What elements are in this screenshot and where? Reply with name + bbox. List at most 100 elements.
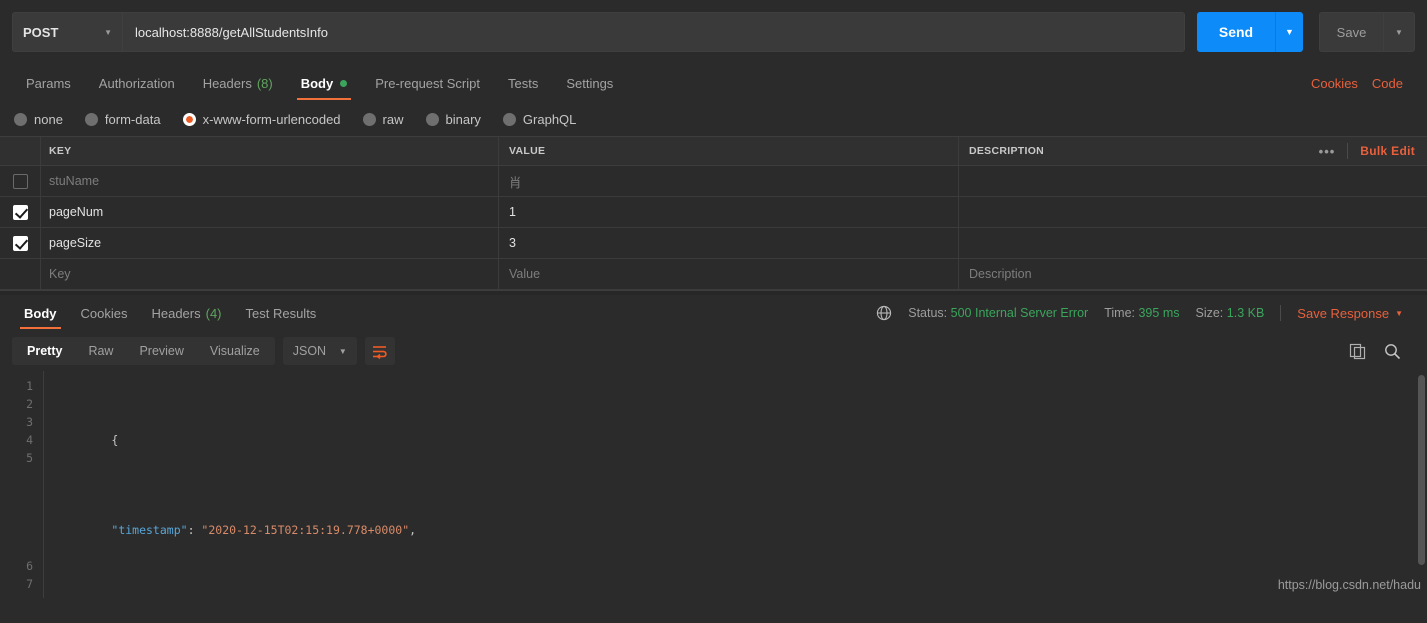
wrap-lines-button[interactable] <box>364 337 395 365</box>
radio-label: none <box>34 111 63 127</box>
tab-authorization[interactable]: Authorization <box>85 64 189 102</box>
tab-params[interactable]: Params <box>12 64 85 102</box>
header-description-label: DESCRIPTION <box>969 145 1045 157</box>
send-button[interactable]: Send <box>1197 12 1275 52</box>
tab-label: Headers <box>151 305 201 321</box>
json-comma: , <box>409 523 417 537</box>
row-key-cell[interactable]: pageSize <box>40 228 498 258</box>
code-link[interactable]: Code <box>1372 76 1403 91</box>
view-mode-preview[interactable]: Preview <box>126 339 196 363</box>
time-group: Time: 395 ms <box>1104 306 1179 320</box>
radio-raw[interactable]: raw <box>362 112 404 127</box>
tab-tests[interactable]: Tests <box>494 64 552 102</box>
save-options-chevron-down-icon[interactable]: ▼ <box>1383 12 1415 52</box>
row-key-text: stuName <box>49 174 100 188</box>
tab-pre-request-script[interactable]: Pre-request Script <box>361 64 494 102</box>
http-method-selector[interactable]: POST ▼ <box>12 12 122 52</box>
row-checkbox-cell <box>0 204 40 220</box>
view-mode-raw[interactable]: Raw <box>75 339 126 363</box>
globe-icon[interactable] <box>876 305 892 321</box>
row-checkbox-checked[interactable] <box>12 235 28 251</box>
size-label: Size: <box>1195 306 1224 320</box>
copy-icon[interactable] <box>1349 343 1366 360</box>
new-key-placeholder: Key <box>49 267 71 281</box>
tab-label: Pre-request Script <box>375 75 480 91</box>
tab-label: Tests <box>507 75 539 91</box>
row-checkbox-checked[interactable] <box>12 204 28 220</box>
view-mode-pretty[interactable]: Pretty <box>14 339 75 363</box>
row-description-cell[interactable] <box>958 197 1427 227</box>
json-value: "2020-12-15T02:15:19.778+0000" <box>201 523 410 537</box>
response-status-bar: Status: 500 Internal Server Error Time: … <box>876 305 1415 321</box>
chevron-down-icon: ▼ <box>104 27 112 37</box>
row-value-text: 3 <box>509 236 516 250</box>
chevron-down-icon: ▼ <box>338 346 347 356</box>
row-description-cell[interactable] <box>958 166 1427 196</box>
line-number-gutter: 1 2 3 4 5 6 7 <box>0 371 44 598</box>
response-headers-count-badge: (4) <box>205 305 222 321</box>
tab-body[interactable]: Body <box>287 64 362 102</box>
radio-icon <box>362 112 376 126</box>
line-number: 1 <box>26 379 33 393</box>
save-response-button[interactable]: Save Response ▼ <box>1297 306 1403 321</box>
row-key-cell[interactable]: pageNum <box>40 197 498 227</box>
radio-binary[interactable]: binary <box>425 111 481 127</box>
tab-label: Settings <box>566 75 614 91</box>
tab-label: Cookies <box>80 305 128 321</box>
url-input[interactable]: localhost:8888/getAllStudentsInfo <box>122 12 1185 52</box>
view-mode-visualize[interactable]: Visualize <box>197 339 273 363</box>
radio-x-www-form-urlencoded[interactable]: x-www-form-urlencoded <box>182 112 341 127</box>
radio-label: binary <box>445 111 481 127</box>
tab-label: Headers <box>202 75 252 91</box>
row-value-cell[interactable]: 1 <box>498 197 958 227</box>
body-active-dot-icon <box>340 79 348 87</box>
headers-count-badge: (8) <box>256 75 273 91</box>
send-options-chevron-down-icon[interactable]: ▼ <box>1275 12 1303 52</box>
code-scrollbar[interactable] <box>1418 375 1425 565</box>
row-value-cell[interactable]: 肖 <box>498 166 958 196</box>
save-button[interactable]: Save <box>1319 12 1383 52</box>
size-group: Size: 1.3 KB <box>1195 306 1264 320</box>
tab-headers[interactable]: Headers (8) <box>189 64 287 102</box>
bulk-edit-button[interactable]: Bulk Edit <box>1360 144 1415 158</box>
response-tab-test-results[interactable]: Test Results <box>234 295 329 331</box>
response-tab-headers[interactable]: Headers (4) <box>139 295 233 331</box>
more-options-icon[interactable]: ••• <box>1319 144 1336 159</box>
response-body-viewer[interactable]: 1 2 3 4 5 6 7 { "timestamp": "2020-12-15… <box>0 371 1427 598</box>
divider <box>1347 143 1349 159</box>
row-value-cell[interactable]: 3 <box>498 228 958 258</box>
save-response-label: Save Response <box>1297 305 1390 321</box>
row-checkbox[interactable] <box>12 173 28 189</box>
code-content: { "timestamp": "2020-12-15T02:15:19.778+… <box>44 371 1427 598</box>
line-number: 4 <box>26 433 33 447</box>
tab-label: Body <box>300 75 334 91</box>
code-line-2: "timestamp": "2020-12-15T02:15:19.778+00… <box>111 523 417 537</box>
new-key-input[interactable]: Key <box>40 259 498 289</box>
search-icon[interactable] <box>1384 343 1401 360</box>
row-description-cell[interactable] <box>958 228 1427 258</box>
tab-label: Body <box>24 305 57 321</box>
radio-form-data[interactable]: form-data <box>84 112 161 127</box>
table-row[interactable]: pageNum 1 <box>0 197 1427 228</box>
response-tab-body[interactable]: Body <box>12 295 69 331</box>
json-open-brace: { <box>111 433 119 447</box>
table-row[interactable]: pageSize 3 <box>0 228 1427 259</box>
cookies-link[interactable]: Cookies <box>1311 76 1358 91</box>
size-value: 1.3 KB <box>1226 306 1265 320</box>
table-row[interactable]: stuName 肖 <box>0 166 1427 197</box>
response-format-selector[interactable]: JSON ▼ <box>282 337 357 365</box>
response-tab-cookies[interactable]: Cookies <box>69 295 140 331</box>
divider <box>1280 305 1282 321</box>
radio-none[interactable]: none <box>14 112 63 127</box>
radio-icon <box>502 112 516 126</box>
tab-settings[interactable]: Settings <box>552 64 627 102</box>
row-key-cell[interactable]: stuName <box>40 166 498 196</box>
row-checkbox-cell <box>0 235 40 251</box>
table-row-empty[interactable]: Key Value Description <box>0 259 1427 290</box>
radio-graphql[interactable]: GraphQL <box>502 112 576 127</box>
code-rows: 1 2 3 4 5 6 7 { "timestamp": "2020-12-15… <box>0 371 1427 598</box>
status-badge: 500 Internal Server Error <box>950 306 1089 320</box>
new-value-input[interactable]: Value <box>498 259 958 289</box>
new-description-input[interactable]: Description <box>958 259 1427 289</box>
header-value: VALUE <box>498 137 958 165</box>
